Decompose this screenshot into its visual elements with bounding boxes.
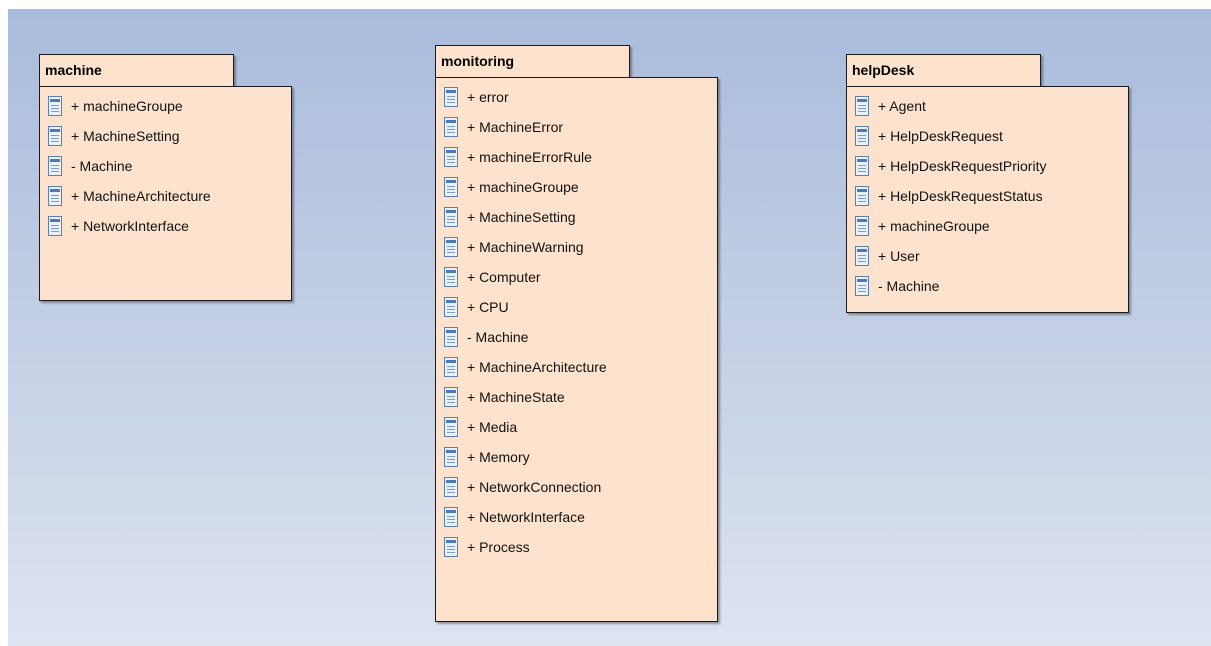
element-label: + machineErrorRule [467, 149, 592, 165]
class-element-icon [855, 246, 869, 266]
class-element-icon [444, 207, 458, 227]
element-label: + MachineState [467, 389, 565, 405]
list-item[interactable]: + machineGroupe [855, 211, 1046, 241]
class-element-icon [855, 96, 869, 116]
element-label: + NetworkInterface [71, 218, 189, 234]
element-label: + Computer [467, 269, 541, 285]
element-label: - Machine [467, 329, 529, 345]
package-element-list: + Agent + HelpDeskRequest + HelpDeskRequ… [855, 91, 1046, 301]
list-item[interactable]: + NetworkInterface [48, 211, 211, 241]
element-label: + MachineError [467, 119, 564, 135]
element-label: + MachineArchitecture [467, 359, 607, 375]
package-body: + error + MachineError + machineErrorRul… [435, 77, 718, 622]
list-item[interactable]: + Media [444, 412, 607, 442]
list-item[interactable]: + MachineArchitecture [444, 352, 607, 382]
list-item[interactable]: + HelpDeskRequestPriority [855, 151, 1046, 181]
package-title: monitoring [435, 45, 630, 78]
element-label: - Machine [71, 158, 133, 174]
element-label: + MachineSetting [71, 128, 180, 144]
package-body: + Agent + HelpDeskRequest + HelpDeskRequ… [846, 86, 1129, 313]
list-item[interactable]: + MachineSetting [48, 121, 211, 151]
class-element-icon [48, 216, 62, 236]
class-element-icon [444, 477, 458, 497]
class-element-icon [444, 87, 458, 107]
list-item[interactable]: + HelpDeskRequest [855, 121, 1046, 151]
list-item[interactable]: - Machine [48, 151, 211, 181]
package-title: machine [39, 54, 234, 87]
class-element-icon [444, 447, 458, 467]
list-item[interactable]: + Memory [444, 442, 607, 472]
element-label: + error [467, 89, 509, 105]
class-element-icon [444, 507, 458, 527]
class-element-icon [855, 156, 869, 176]
list-item[interactable]: + MachineWarning [444, 232, 607, 262]
class-element-icon [444, 357, 458, 377]
element-label: + Process [467, 539, 530, 555]
class-element-icon [855, 216, 869, 236]
class-element-icon [444, 267, 458, 287]
element-label: + machineGroupe [467, 179, 579, 195]
element-label: + User [878, 248, 920, 264]
class-element-icon [444, 417, 458, 437]
list-item[interactable]: + machineGroupe [444, 172, 607, 202]
class-element-icon [444, 297, 458, 317]
list-item[interactable]: + HelpDeskRequestStatus [855, 181, 1046, 211]
class-element-icon [48, 96, 62, 116]
list-item[interactable]: + MachineArchitecture [48, 181, 211, 211]
list-item[interactable]: + machineGroupe [48, 91, 211, 121]
class-element-icon [444, 117, 458, 137]
list-item[interactable]: + Computer [444, 262, 607, 292]
list-item[interactable]: + error [444, 82, 607, 112]
class-element-icon [444, 177, 458, 197]
class-element-icon [444, 387, 458, 407]
package-element-list: + machineGroupe + MachineSetting - Machi… [48, 91, 211, 241]
class-element-icon [855, 126, 869, 146]
element-label: + Agent [878, 98, 926, 114]
package-body: + machineGroupe + MachineSetting - Machi… [39, 86, 292, 301]
list-item[interactable]: + Agent [855, 91, 1046, 121]
list-item[interactable]: + MachineError [444, 112, 607, 142]
element-label: + MachineSetting [467, 209, 576, 225]
list-item[interactable]: + Process [444, 532, 607, 562]
element-label: + MachineArchitecture [71, 188, 211, 204]
list-item[interactable]: - Machine [855, 271, 1046, 301]
element-label: + HelpDeskRequest [878, 128, 1003, 144]
class-element-icon [855, 186, 869, 206]
element-label: - Machine [878, 278, 940, 294]
list-item[interactable]: + MachineState [444, 382, 607, 412]
class-element-icon [444, 537, 458, 557]
element-label: + machineGroupe [71, 98, 183, 114]
element-label: + MachineWarning [467, 239, 584, 255]
list-item[interactable]: + MachineSetting [444, 202, 607, 232]
list-item[interactable]: + NetworkConnection [444, 472, 607, 502]
diagram-canvas: machine + machineGroupe + MachineSetting… [8, 9, 1211, 646]
class-element-icon [855, 276, 869, 296]
element-label: + HelpDeskRequestPriority [878, 158, 1047, 174]
package-title: helpDesk [846, 54, 1041, 87]
class-element-icon [444, 147, 458, 167]
list-item[interactable]: + User [855, 241, 1046, 271]
element-label: + CPU [467, 299, 509, 315]
list-item[interactable]: + CPU [444, 292, 607, 322]
class-element-icon [444, 327, 458, 347]
class-element-icon [48, 156, 62, 176]
class-element-icon [444, 237, 458, 257]
element-label: + Media [467, 419, 518, 435]
list-item[interactable]: + machineErrorRule [444, 142, 607, 172]
element-label: + NetworkInterface [467, 509, 585, 525]
class-element-icon [48, 126, 62, 146]
element-label: + HelpDeskRequestStatus [878, 188, 1043, 204]
element-label: + NetworkConnection [467, 479, 602, 495]
list-item[interactable]: + NetworkInterface [444, 502, 607, 532]
list-item[interactable]: - Machine [444, 322, 607, 352]
element-label: + Memory [467, 449, 530, 465]
package-element-list: + error + MachineError + machineErrorRul… [444, 82, 607, 562]
class-element-icon [48, 186, 62, 206]
element-label: + machineGroupe [878, 218, 990, 234]
